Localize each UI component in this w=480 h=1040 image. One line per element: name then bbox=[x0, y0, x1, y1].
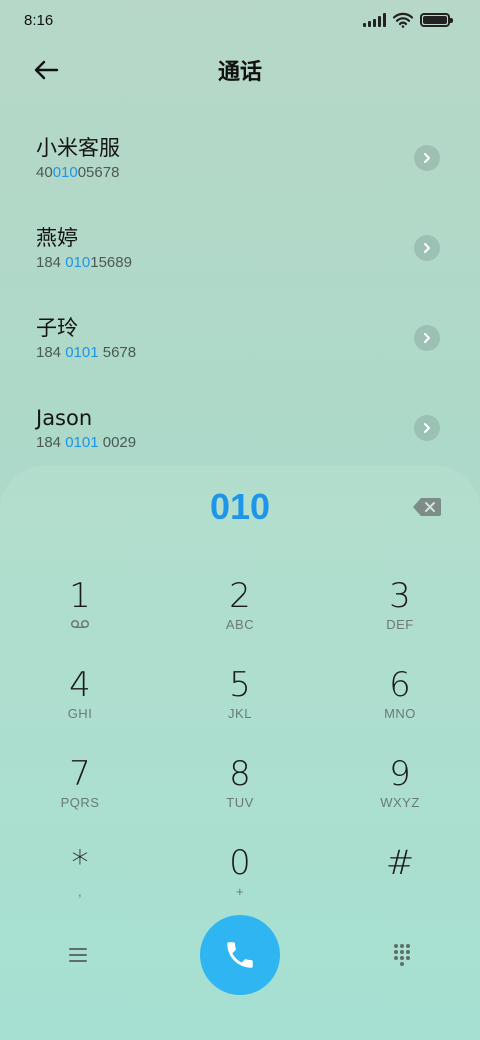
key-2[interactable]: 2 ABC bbox=[160, 566, 320, 655]
key-6[interactable]: 6 MNO bbox=[320, 655, 480, 744]
contact-item[interactable]: 燕婷 184 01015689 bbox=[0, 210, 480, 300]
chevron-right-icon bbox=[424, 333, 430, 343]
key-digit: 3 bbox=[389, 576, 411, 616]
dial-input[interactable]: 010 bbox=[0, 486, 480, 528]
dialpad-grid-icon bbox=[394, 944, 410, 966]
contact-detail-button[interactable] bbox=[414, 145, 440, 171]
key-letters: GHI bbox=[67, 706, 93, 721]
key-letters: TUV bbox=[226, 795, 254, 810]
status-bar: 8:16 bbox=[0, 0, 480, 40]
chevron-right-icon bbox=[424, 423, 430, 433]
contact-list: 小米客服 4001005678 燕婷 184 01015689 子玲 184 0… bbox=[0, 120, 480, 480]
key-letters: WXYZ bbox=[380, 795, 420, 810]
key-7[interactable]: 7 PQRS bbox=[0, 744, 160, 833]
delete-button[interactable] bbox=[412, 496, 442, 518]
chevron-right-icon bbox=[424, 243, 430, 253]
key-0[interactable]: 0 + bbox=[160, 833, 320, 922]
key-digit: 0 bbox=[229, 843, 251, 883]
key-1[interactable]: 1 bbox=[0, 566, 160, 655]
contact-number: 184 01015689 bbox=[36, 254, 132, 271]
key-letters: JKL bbox=[228, 706, 252, 721]
number-match: 0101 bbox=[65, 344, 99, 361]
key-letters: + bbox=[235, 884, 245, 899]
key-hash[interactable]: # bbox=[320, 833, 480, 922]
number-match: 0101 bbox=[65, 434, 99, 451]
key-letters: MNO bbox=[384, 706, 416, 721]
key-9[interactable]: 9 WXYZ bbox=[320, 744, 480, 833]
backspace-icon bbox=[413, 498, 441, 516]
key-digit: 9 bbox=[389, 754, 411, 794]
chevron-right-icon bbox=[424, 153, 430, 163]
key-digit: 1 bbox=[69, 576, 91, 616]
call-button[interactable] bbox=[200, 915, 280, 995]
menu-button[interactable] bbox=[58, 937, 98, 973]
key-digit: 8 bbox=[229, 754, 251, 794]
key-4[interactable]: 4 GHI bbox=[0, 655, 160, 744]
number-match: 010 bbox=[65, 254, 91, 271]
key-digit: * bbox=[71, 843, 89, 883]
key-digit: # bbox=[385, 843, 415, 883]
contact-number: 184 0101 0029 bbox=[36, 434, 137, 451]
key-letters: , bbox=[77, 884, 83, 899]
key-letters: PQRS bbox=[60, 795, 100, 810]
contact-number: 4001005678 bbox=[36, 164, 120, 181]
phone-icon bbox=[227, 942, 253, 968]
header: 通话 bbox=[0, 50, 480, 90]
menu-icon bbox=[69, 948, 87, 950]
number-match: 010 bbox=[52, 164, 78, 181]
bottom-bar bbox=[0, 915, 480, 995]
status-time: 8:16 bbox=[24, 11, 54, 29]
contact-number: 184 0101 5678 bbox=[36, 344, 137, 361]
key-digit: 7 bbox=[69, 754, 91, 794]
signal-icon bbox=[363, 13, 386, 27]
page-title: 通话 bbox=[217, 60, 262, 85]
key-digit: 4 bbox=[69, 665, 91, 705]
key-letters: DEF bbox=[386, 617, 414, 632]
key-letters: ABC bbox=[225, 617, 255, 632]
battery-icon bbox=[420, 13, 453, 27]
key-digit: 2 bbox=[229, 576, 251, 616]
key-digit: 6 bbox=[389, 665, 411, 705]
status-icons bbox=[363, 12, 453, 28]
contact-detail-button[interactable] bbox=[414, 415, 440, 441]
contact-detail-button[interactable] bbox=[414, 235, 440, 261]
key-8[interactable]: 8 TUV bbox=[160, 744, 320, 833]
key-star[interactable]: * , bbox=[0, 833, 160, 922]
contact-detail-button[interactable] bbox=[414, 325, 440, 351]
voicemail-icon bbox=[70, 619, 90, 629]
key-5[interactable]: 5 JKL bbox=[160, 655, 320, 744]
wifi-icon bbox=[393, 12, 413, 28]
key-digit: 5 bbox=[229, 665, 251, 705]
keypad: 1 2 ABC 3 DEF 4 GHI 5 JKL 6 MNO 7 PQRS 8… bbox=[0, 566, 480, 922]
key-3[interactable]: 3 DEF bbox=[320, 566, 480, 655]
keypad-toggle-button[interactable] bbox=[382, 937, 422, 973]
contact-item[interactable]: 子玲 184 0101 5678 bbox=[0, 300, 480, 390]
contact-item[interactable]: 小米客服 4001005678 bbox=[0, 120, 480, 210]
